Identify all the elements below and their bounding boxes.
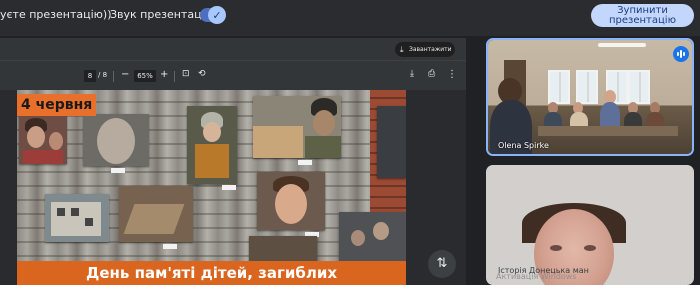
voice-activity-icon xyxy=(673,46,689,62)
photo-boy xyxy=(257,172,325,230)
photo-caption xyxy=(111,168,125,173)
classroom-video xyxy=(488,40,692,154)
print-icon[interactable]: ⎙ xyxy=(428,69,435,79)
photo-children xyxy=(19,114,67,164)
photo-rubble xyxy=(249,236,317,264)
check-icon: ✓ xyxy=(208,6,226,24)
slide-title-banner: День пам'яті дітей, загиблих xyxy=(17,261,406,285)
presenting-status-text: уєте презентацію)) xyxy=(0,8,112,21)
presentation-audio-toggle[interactable]: ✓ xyxy=(200,6,226,24)
photo-caption xyxy=(222,185,236,190)
photo-ruins-right xyxy=(377,106,406,178)
plus-icon[interactable]: + xyxy=(160,69,168,80)
photo-group xyxy=(339,212,406,264)
toolbar-divider xyxy=(174,71,175,82)
page-number-input[interactable]: 8 xyxy=(84,70,96,82)
zoom-input[interactable]: 65% xyxy=(134,70,156,82)
presentation-audio-label: Звук презентації xyxy=(110,8,208,21)
toolbar-divider xyxy=(113,71,114,82)
minus-icon[interactable]: − xyxy=(121,69,129,80)
pdf-page-slide: 4 червня День пам'яті дітей, загиблих xyxy=(17,90,406,285)
download-icon[interactable]: ⤓ xyxy=(410,69,414,79)
photo-caption xyxy=(298,160,312,165)
photo-caption xyxy=(163,244,177,249)
stop-presenting-label-line2: презентацію xyxy=(608,15,676,26)
rotate-icon[interactable]: ⟲ xyxy=(198,69,206,79)
download-icon: ⤓ xyxy=(400,45,404,54)
download-label: Завантажити xyxy=(409,46,452,53)
photo-child-hat xyxy=(187,106,237,184)
slide-date: 4 червня xyxy=(17,94,97,116)
stop-presenting-button[interactable]: Зупинити презентацію xyxy=(591,4,694,27)
participant-tile-olena[interactable]: Olena Spirke xyxy=(486,38,694,156)
pdf-toolbar: 8 / 8 − 65% + ⊡ ⟲ ⤓ ⎙ ⋮ xyxy=(0,60,466,90)
participant-name: Olena Spirke xyxy=(498,141,549,150)
windows-activation-watermark: Активація Windows xyxy=(496,272,577,281)
participant-tile-istoriya[interactable]: Історія Донецька ман xyxy=(486,165,694,285)
photo-child-closeup xyxy=(83,114,149,166)
pdf-viewer: ⤓ Завантажити 8 / 8 − 65% + ⊡ ⟲ ⤓ ⎙ ⋮ 4 … xyxy=(0,38,466,285)
page-total: / 8 xyxy=(98,71,108,79)
swap-vert-icon[interactable]: ⇅ xyxy=(428,250,456,278)
photo-destroyed-house xyxy=(119,186,193,242)
meet-window: уєте презентацію)) Звук презентації ✓ Зу… xyxy=(0,0,700,285)
viewer-header: ⤓ Завантажити xyxy=(0,38,466,60)
photo-soldier xyxy=(253,96,341,158)
photo-building xyxy=(45,194,109,242)
fit-page-icon[interactable]: ⊡ xyxy=(182,69,190,79)
presenting-bar: уєте презентацію)) Звук презентації ✓ Зу… xyxy=(0,0,700,36)
download-button[interactable]: ⤓ Завантажити xyxy=(395,42,455,57)
more-vert-icon[interactable]: ⋮ xyxy=(447,69,457,80)
